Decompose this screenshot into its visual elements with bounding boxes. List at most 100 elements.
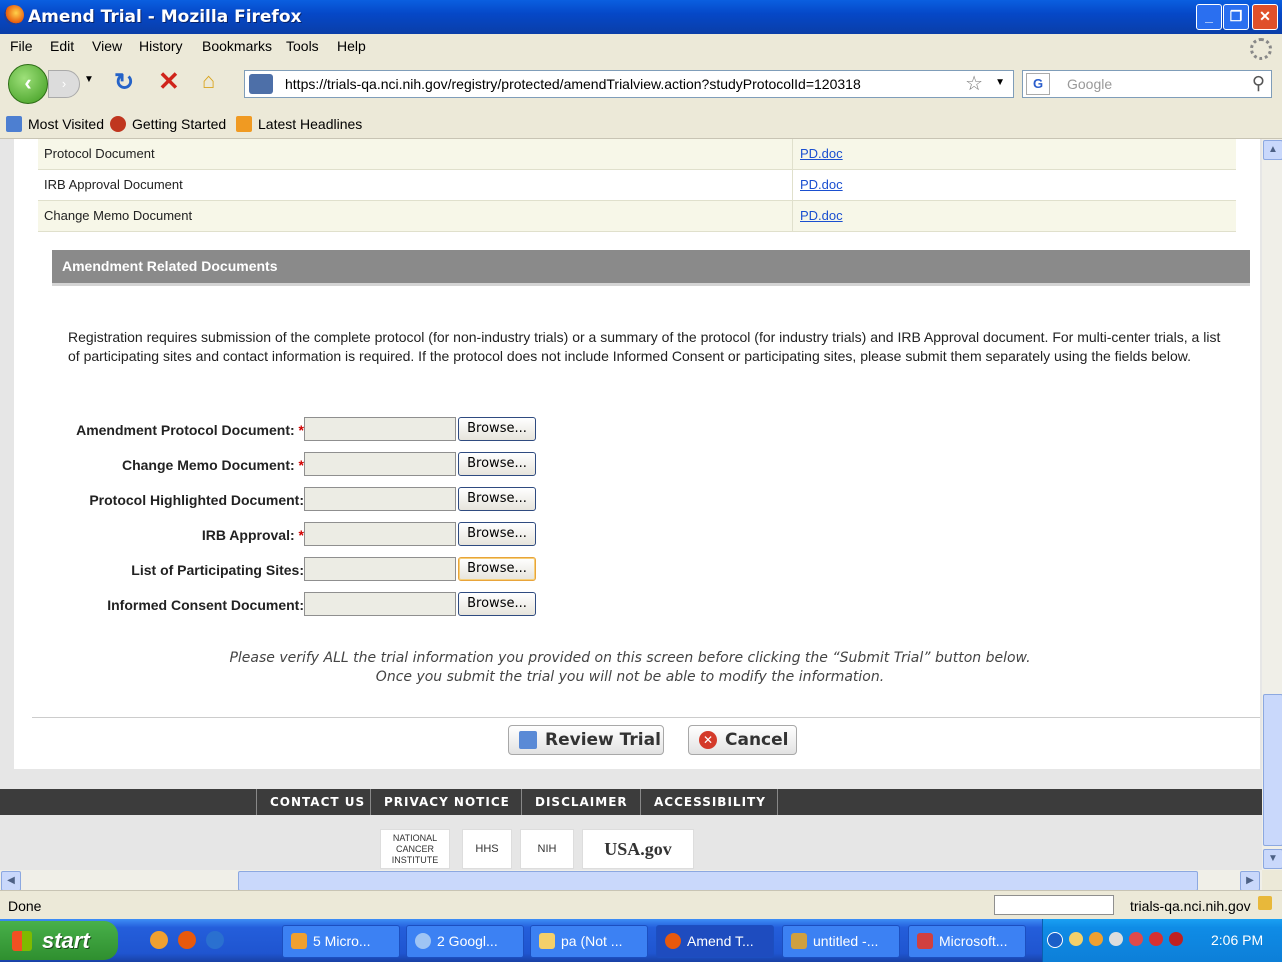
form-row-participating-sites: List of Participating Sites: Browse... [40, 557, 640, 583]
document-file-link[interactable]: PD.doc [800, 146, 843, 161]
stop-icon[interactable]: ✕ [158, 66, 180, 97]
document-row: Change Memo Document PD.doc [38, 201, 1236, 232]
loading-throbber-icon [1250, 38, 1272, 60]
tray-network-icon[interactable] [1129, 932, 1143, 946]
status-text: Done [8, 898, 42, 914]
footer-link-disclaimer[interactable]: DISCLAIMER [535, 795, 628, 809]
forward-button[interactable]: › [48, 70, 80, 98]
document-file-link[interactable]: PD.doc [800, 177, 843, 192]
verify-notice: Please verify ALL the trial information … [0, 649, 1260, 687]
menu-file[interactable]: File [10, 38, 33, 54]
field-label: Amendment Protocol Document: * [76, 422, 304, 438]
back-button[interactable]: ‹ [8, 64, 48, 104]
lock-icon[interactable] [1258, 896, 1272, 910]
taskbar-item-microsoft[interactable]: Microsoft... [908, 925, 1026, 958]
tray-security-icon[interactable] [1149, 932, 1163, 946]
quicklaunch-firefox-icon[interactable] [178, 931, 196, 949]
menu-history[interactable]: History [139, 38, 183, 54]
usagov-logo[interactable]: USA.gov [582, 829, 694, 869]
bookmark-most-visited[interactable]: Most Visited [6, 116, 104, 132]
horizontal-scrollbar[interactable]: ◀ ▶ [0, 870, 1262, 891]
change-memo-file-input[interactable] [304, 452, 456, 476]
tray-mail-icon[interactable] [1069, 932, 1083, 946]
bookmark-latest-headlines[interactable]: Latest Headlines [236, 116, 362, 132]
menu-view[interactable]: View [92, 38, 122, 54]
browse-button[interactable]: Browse... [458, 452, 536, 476]
footer-link-privacy[interactable]: PRIVACY NOTICE [384, 795, 510, 809]
outlook-icon [291, 933, 307, 949]
verify-line-1: Please verify ALL the trial information … [229, 650, 1031, 666]
browse-button[interactable]: Browse... [458, 522, 536, 546]
scroll-right-icon[interactable]: ▶ [1240, 871, 1260, 891]
quicklaunch-outlook-icon[interactable] [150, 931, 168, 949]
scroll-left-icon[interactable]: ◀ [1, 871, 21, 891]
url-text[interactable]: https://trials-qa.nci.nih.gov/registry/p… [285, 76, 861, 92]
taskbar-item-paint[interactable]: untitled -... [782, 925, 900, 958]
address-bar[interactable]: https://trials-qa.nci.nih.gov/registry/p… [244, 70, 1014, 98]
home-icon[interactable]: ⌂ [202, 68, 215, 94]
taskbar-item-google-talk[interactable]: 2 Googl... [406, 925, 524, 958]
column-divider [792, 170, 793, 200]
window-title-bar: Amend Trial - Mozilla Firefox _ ❐ ✕ [0, 0, 1282, 34]
status-host[interactable]: trials-qa.nci.nih.gov [1130, 898, 1251, 914]
taskbar-item-outlook[interactable]: 5 Micro... [282, 925, 400, 958]
search-placeholder[interactable]: Google [1067, 76, 1112, 92]
nci-logo[interactable]: NATIONAL CANCER INSTITUTE [380, 829, 450, 869]
tray-collapse-icon[interactable] [1047, 932, 1063, 948]
menu-help[interactable]: Help [337, 38, 366, 54]
menu-edit[interactable]: Edit [50, 38, 74, 54]
horizontal-scroll-thumb[interactable] [238, 871, 1198, 891]
amendment-protocol-file-input[interactable] [304, 417, 456, 441]
hhs-logo[interactable]: HHS [462, 829, 512, 869]
browse-button[interactable]: Browse... [458, 487, 536, 511]
tray-app-icon[interactable] [1169, 932, 1183, 946]
menu-bookmarks[interactable]: Bookmarks [202, 38, 272, 54]
review-trial-button[interactable]: Review Trial [508, 725, 664, 755]
url-dropdown-icon[interactable]: ▼ [995, 77, 1005, 88]
form-row-protocol-highlighted: Protocol Highlighted Document: Browse... [40, 487, 640, 513]
browse-button[interactable]: Browse... [458, 592, 536, 616]
minimize-button[interactable]: _ [1196, 4, 1222, 30]
bookmark-getting-started[interactable]: Getting Started [110, 116, 226, 132]
taskbar-item-folder[interactable]: pa (Not ... [530, 925, 648, 958]
tray-outlook-icon[interactable] [1089, 932, 1103, 946]
informed-consent-file-input[interactable] [304, 592, 456, 616]
search-icon[interactable]: ⚲ [1252, 73, 1265, 94]
irb-approval-file-input[interactable] [304, 522, 456, 546]
rss-feed-icon [236, 116, 252, 132]
field-label: Protocol Highlighted Document: [89, 492, 304, 508]
status-bar: Done trials-qa.nci.nih.gov [0, 890, 1282, 919]
site-identity-icon[interactable] [249, 74, 273, 94]
participating-sites-file-input[interactable] [304, 557, 456, 581]
taskbar-item-firefox[interactable]: Amend T... [656, 925, 774, 958]
quicklaunch-ie-icon[interactable] [206, 931, 224, 949]
scroll-up-icon[interactable]: ▲ [1263, 140, 1282, 160]
chat-icon [415, 933, 431, 949]
footer-link-accessibility[interactable]: ACCESSIBILITY [654, 795, 766, 809]
separator [32, 717, 1260, 718]
browse-button[interactable]: Browse... [458, 557, 536, 581]
close-button[interactable]: ✕ [1252, 4, 1278, 30]
search-engine-icon[interactable]: G [1026, 73, 1050, 95]
start-button[interactable]: start [0, 921, 118, 960]
browse-button[interactable]: Browse... [458, 417, 536, 441]
nih-logo[interactable]: NIH [520, 829, 574, 869]
reload-icon[interactable]: ↻ [114, 68, 134, 97]
vertical-scroll-thumb[interactable] [1263, 694, 1282, 846]
document-file-link[interactable]: PD.doc [800, 208, 843, 223]
history-dropdown-icon[interactable]: ▼ [84, 74, 94, 85]
search-bar[interactable]: G Google ⚲ [1022, 70, 1272, 98]
tray-search-icon[interactable] [1109, 932, 1123, 946]
bookmark-star-icon[interactable]: ☆ [965, 71, 983, 96]
microsoft-app-icon [917, 933, 933, 949]
menu-tools[interactable]: Tools [286, 38, 319, 54]
footer-link-contact[interactable]: CONTACT US [270, 795, 365, 809]
window-title: Amend Trial - Mozilla Firefox [28, 7, 302, 27]
cancel-button[interactable]: ✕ Cancel [688, 725, 797, 755]
maximize-button[interactable]: ❐ [1223, 4, 1249, 30]
protocol-highlighted-file-input[interactable] [304, 487, 456, 511]
field-label: IRB Approval: * [201, 527, 304, 543]
scroll-down-icon[interactable]: ▼ [1263, 849, 1282, 869]
vertical-scrollbar[interactable]: ▲ ▼ [1262, 139, 1282, 870]
firefox-icon [4, 5, 24, 25]
